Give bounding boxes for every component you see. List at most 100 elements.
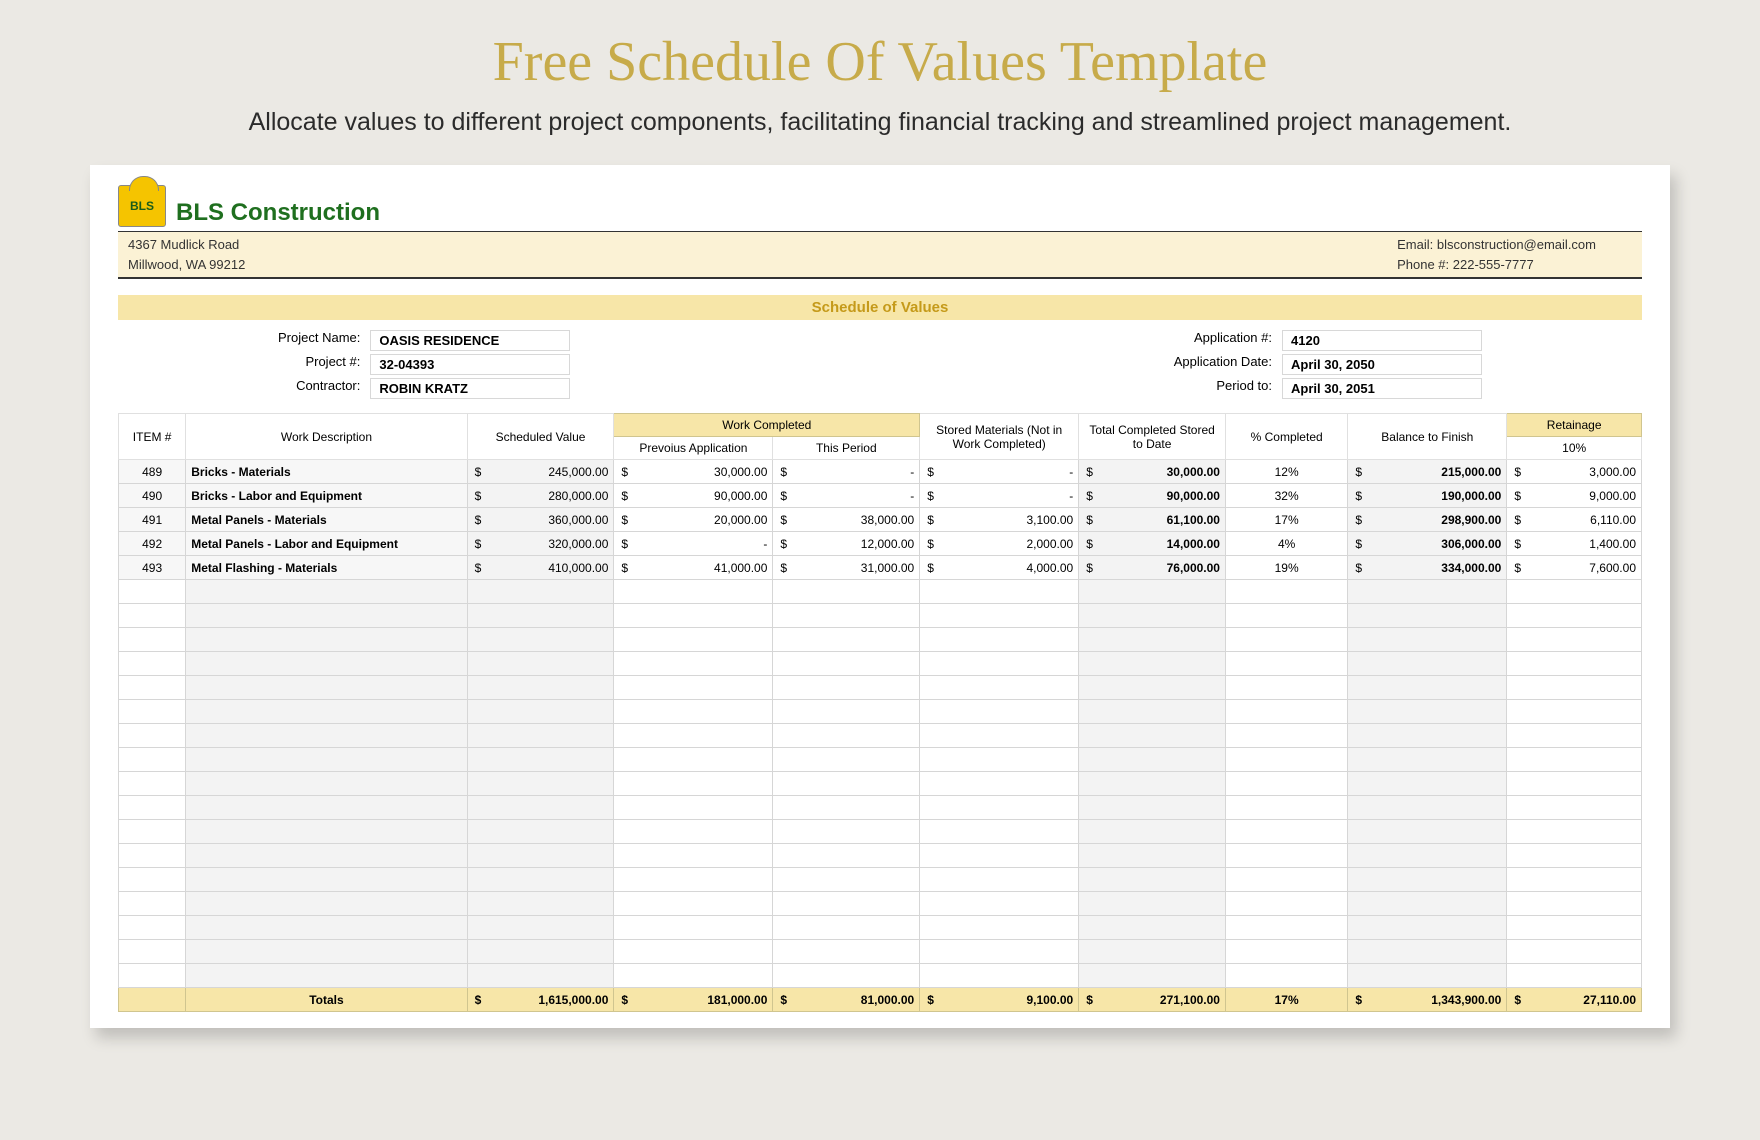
empty-cell[interactable] [186,652,467,676]
cell-period[interactable]: $31,000.00 [773,556,920,580]
cell-pct[interactable]: 17% [1225,508,1347,532]
empty-cell[interactable] [920,868,1079,892]
empty-cell[interactable] [773,604,920,628]
empty-cell[interactable] [186,772,467,796]
cell-bal[interactable]: $298,900.00 [1348,508,1507,532]
empty-cell[interactable] [1348,628,1507,652]
cell-pct[interactable]: 32% [1225,484,1347,508]
empty-cell[interactable] [614,772,773,796]
empty-cell[interactable] [614,652,773,676]
empty-cell[interactable] [920,844,1079,868]
empty-cell[interactable] [1225,652,1347,676]
empty-cell[interactable] [920,676,1079,700]
empty-cell[interactable] [614,916,773,940]
table-row[interactable]: 492Metal Panels - Labor and Equipment$32… [119,532,1642,556]
empty-cell[interactable] [614,724,773,748]
empty-cell[interactable] [1079,892,1226,916]
empty-cell[interactable] [773,724,920,748]
empty-cell[interactable] [614,940,773,964]
empty-cell[interactable] [1348,724,1507,748]
cell-sched[interactable]: $360,000.00 [467,508,614,532]
empty-cell[interactable] [119,748,186,772]
empty-cell[interactable] [1507,916,1642,940]
empty-cell[interactable] [186,724,467,748]
cell-prev[interactable]: $20,000.00 [614,508,773,532]
cell-item[interactable]: 491 [119,508,186,532]
cell-total[interactable]: $30,000.00 [1079,460,1226,484]
empty-cell[interactable] [467,676,614,700]
empty-cell[interactable] [1079,628,1226,652]
cell-desc[interactable]: Bricks - Labor and Equipment [186,484,467,508]
empty-cell[interactable] [920,940,1079,964]
empty-cell[interactable] [1507,940,1642,964]
empty-cell[interactable] [467,868,614,892]
empty-cell[interactable] [920,796,1079,820]
empty-cell[interactable] [119,868,186,892]
contractor-value[interactable]: ROBIN KRATZ [370,378,570,399]
empty-cell[interactable] [1507,892,1642,916]
table-row[interactable]: 493Metal Flashing - Materials$410,000.00… [119,556,1642,580]
empty-cell[interactable] [1507,604,1642,628]
cell-period[interactable]: $- [773,484,920,508]
empty-cell[interactable] [1079,820,1226,844]
cell-stored[interactable]: $2,000.00 [920,532,1079,556]
app-date-value[interactable]: April 30, 2050 [1282,354,1482,375]
cell-prev[interactable]: $41,000.00 [614,556,773,580]
empty-cell[interactable] [467,580,614,604]
empty-cell[interactable] [614,964,773,988]
empty-cell[interactable] [773,748,920,772]
empty-cell[interactable] [467,964,614,988]
empty-cell[interactable] [920,724,1079,748]
empty-cell[interactable] [1348,580,1507,604]
empty-cell[interactable] [119,772,186,796]
cell-sched[interactable]: $410,000.00 [467,556,614,580]
empty-cell[interactable] [614,628,773,652]
cell-desc[interactable]: Bricks - Materials [186,460,467,484]
empty-cell[interactable] [119,724,186,748]
empty-cell[interactable] [467,772,614,796]
empty-cell[interactable] [1079,700,1226,724]
cell-ret[interactable]: $9,000.00 [1507,484,1642,508]
empty-cell[interactable] [186,844,467,868]
empty-cell[interactable] [119,964,186,988]
cell-stored[interactable]: $- [920,460,1079,484]
empty-cell[interactable] [1079,652,1226,676]
empty-cell[interactable] [1348,772,1507,796]
cell-pct[interactable]: 4% [1225,532,1347,556]
cell-item[interactable]: 489 [119,460,186,484]
cell-total[interactable]: $90,000.00 [1079,484,1226,508]
empty-cell[interactable] [1225,676,1347,700]
empty-cell[interactable] [1507,844,1642,868]
cell-ret[interactable]: $7,600.00 [1507,556,1642,580]
table-row-empty[interactable] [119,820,1642,844]
empty-cell[interactable] [920,820,1079,844]
project-name-value[interactable]: OASIS RESIDENCE [370,330,570,351]
empty-cell[interactable] [773,652,920,676]
empty-cell[interactable] [1225,868,1347,892]
empty-cell[interactable] [1348,844,1507,868]
empty-cell[interactable] [119,676,186,700]
empty-cell[interactable] [119,604,186,628]
empty-cell[interactable] [1079,772,1226,796]
empty-cell[interactable] [186,964,467,988]
empty-cell[interactable] [773,964,920,988]
empty-cell[interactable] [467,724,614,748]
empty-cell[interactable] [773,892,920,916]
empty-cell[interactable] [119,580,186,604]
empty-cell[interactable] [1348,964,1507,988]
cell-ret[interactable]: $1,400.00 [1507,532,1642,556]
empty-cell[interactable] [614,892,773,916]
table-row[interactable]: 491Metal Panels - Materials$360,000.00$2… [119,508,1642,532]
empty-cell[interactable] [920,916,1079,940]
empty-cell[interactable] [1507,820,1642,844]
empty-cell[interactable] [186,748,467,772]
empty-cell[interactable] [920,604,1079,628]
cell-item[interactable]: 493 [119,556,186,580]
empty-cell[interactable] [467,652,614,676]
empty-cell[interactable] [773,580,920,604]
empty-cell[interactable] [1348,676,1507,700]
empty-cell[interactable] [614,676,773,700]
empty-cell[interactable] [119,820,186,844]
table-row-empty[interactable] [119,652,1642,676]
empty-cell[interactable] [1348,652,1507,676]
